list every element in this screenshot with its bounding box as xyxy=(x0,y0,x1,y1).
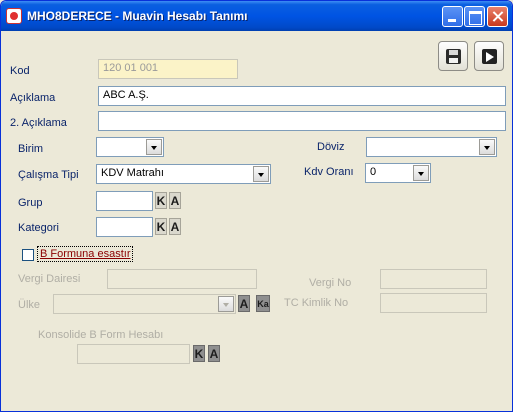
grup-k-button[interactable]: K xyxy=(155,192,167,209)
vergi-no-label: Vergi No xyxy=(309,277,352,289)
chevron-down-icon[interactable] xyxy=(146,139,162,155)
grup-label: Grup xyxy=(18,197,43,209)
kod-field[interactable]: 120 01 001 xyxy=(98,59,238,79)
grup-a-button[interactable]: A xyxy=(169,192,181,209)
vergi-dairesi-field[interactable] xyxy=(107,269,257,289)
app-icon[interactable] xyxy=(6,8,22,24)
aciklama2-label: 2. Açıklama xyxy=(10,117,67,129)
maximize-button[interactable] xyxy=(464,6,485,27)
save-button[interactable] xyxy=(438,41,468,71)
close-button[interactable] xyxy=(487,6,508,27)
grup-field[interactable] xyxy=(96,191,153,211)
kategori-k-button[interactable]: K xyxy=(155,218,167,235)
ulke-select[interactable] xyxy=(53,294,236,314)
kdv-orani-label: Kdv Oranı xyxy=(304,166,354,178)
exit-button[interactable] xyxy=(474,41,504,71)
aciklama2-field[interactable] xyxy=(98,111,506,131)
chevron-down-icon[interactable] xyxy=(253,166,269,182)
chevron-down-icon[interactable] xyxy=(218,296,234,312)
title-bar[interactable]: MHO8DERECE - Muavin Hesabı Tanımı xyxy=(1,1,512,31)
calisma-tipi-value: KDV Matrahı xyxy=(101,167,164,179)
birim-label: Birim xyxy=(18,143,44,155)
tc-kimlik-field[interactable] xyxy=(380,293,487,313)
minimize-button[interactable] xyxy=(442,6,463,27)
window-title: MHO8DERECE - Muavin Hesabı Tanımı xyxy=(27,9,248,23)
b-formu-label[interactable]: B Formuna esastır xyxy=(36,246,134,262)
exit-icon xyxy=(482,49,497,64)
tc-kimlik-label: TC Kimlik No xyxy=(284,297,349,309)
chevron-down-icon[interactable] xyxy=(413,165,429,181)
kategori-a-button[interactable]: A xyxy=(169,218,181,235)
konsolide-label: Konsolide B Form Hesabı xyxy=(38,329,164,341)
konsolide-k-button[interactable]: K xyxy=(193,345,205,362)
ulke-a-button[interactable]: A xyxy=(238,295,250,312)
kdv-orani-value: 0 xyxy=(370,166,377,178)
calisma-tipi-label: Çalışma Tipi xyxy=(18,169,79,181)
b-formu-checkbox[interactable] xyxy=(22,249,34,261)
kategori-label: Kategori xyxy=(18,222,59,234)
kod-label: Kod xyxy=(10,65,30,77)
main-window: MHO8DERECE - Muavin Hesabı Tanımı Kod 12… xyxy=(0,0,513,412)
vergi-dairesi-label: Vergi Dairesi xyxy=(18,273,81,285)
birim-select[interactable] xyxy=(96,137,164,157)
ulke-label: Ülke xyxy=(18,299,41,311)
konsolide-a-button[interactable]: A xyxy=(208,345,220,362)
chevron-down-icon[interactable] xyxy=(479,139,495,155)
save-icon xyxy=(446,49,461,64)
kategori-field[interactable] xyxy=(96,217,153,237)
vergi-no-field[interactable] xyxy=(380,269,487,289)
doviz-select[interactable] xyxy=(366,137,497,157)
aciklama-field[interactable]: ABC A.Ş. xyxy=(98,86,506,106)
aciklama-label: Açıklama xyxy=(10,92,56,104)
kdv-orani-select[interactable]: 0 xyxy=(365,163,431,183)
konsolide-field[interactable] xyxy=(77,344,190,364)
doviz-label: Döviz xyxy=(317,141,345,153)
ulke-ka-button[interactable]: Ka xyxy=(256,295,270,312)
calisma-tipi-select[interactable]: KDV Matrahı xyxy=(96,164,271,184)
